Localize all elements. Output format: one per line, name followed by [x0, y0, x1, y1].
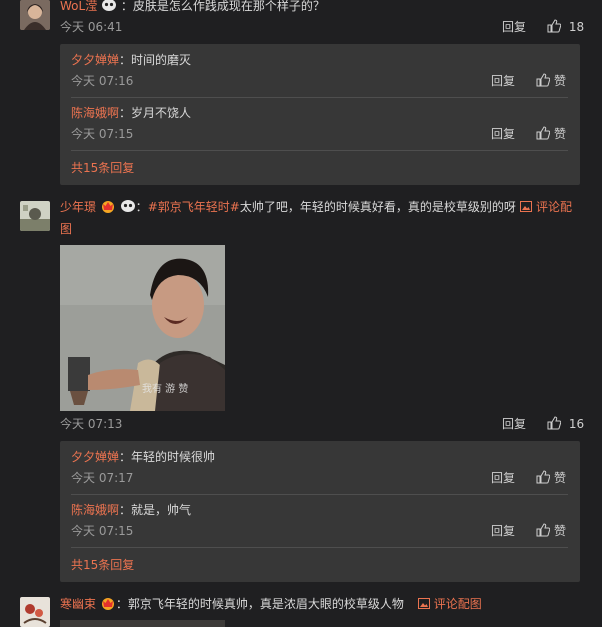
- like-button[interactable]: 赞: [536, 72, 566, 90]
- sub-reply: 夕夕婵婵：年轻的时候很帅: [71, 448, 215, 466]
- reply-button[interactable]: 回复: [491, 125, 515, 143]
- comment-line: WoL滢 ：皮肤是怎么作践成现在那个样子的？: [60, 0, 325, 15]
- like-label: 赞: [554, 127, 567, 141]
- picture-link-text-continued[interactable]: 图: [60, 220, 72, 238]
- avatar[interactable]: [20, 597, 50, 627]
- sub-reply-text: ：岁月不饶人: [119, 106, 192, 120]
- username-link[interactable]: 少年璟: [60, 200, 96, 214]
- more-replies-link[interactable]: 共15条回复: [71, 556, 134, 574]
- like-button[interactable]: 赞: [536, 125, 566, 143]
- sub-reply: 陈海娥啊：就是，帅气: [71, 501, 191, 519]
- thumbs-up-icon: [536, 73, 550, 88]
- divider: [71, 150, 568, 151]
- comment-picture-link[interactable]: 评论配图: [417, 597, 482, 611]
- ghost-badge-icon: [101, 0, 117, 13]
- username-link[interactable]: WoL滢: [60, 0, 97, 13]
- comment-time: 今天 07:13: [60, 417, 123, 431]
- sub-reply-text: ：时间的磨灭: [119, 53, 192, 67]
- like-button[interactable]: 赞: [536, 469, 566, 487]
- reply-button[interactable]: 回复: [491, 469, 515, 487]
- like-label: 赞: [554, 74, 567, 88]
- username-link[interactable]: 夕夕婵婵: [71, 53, 119, 67]
- comment-time: 今天 06:41: [60, 20, 123, 34]
- avatar[interactable]: [20, 0, 50, 30]
- comment-line: 少年璟 ：#郭京飞年轻时#太帅了吧，年轻的时候真好看，真的是校草级别的呀: [60, 200, 516, 214]
- comment-line: 寒幽束 ：郭京飞年轻的时候真帅，真是浓眉大眼的校草级人物 评论配图: [60, 595, 482, 613]
- picture-link-text[interactable]: 评论配: [536, 200, 572, 214]
- divider: [71, 547, 568, 548]
- like-button[interactable]: 赞: [536, 522, 566, 540]
- more-replies-link[interactable]: 共15条回复: [71, 159, 134, 177]
- like-button[interactable]: 18: [547, 18, 584, 36]
- username-link[interactable]: 夕夕婵婵: [71, 450, 119, 464]
- comment-image[interactable]: [60, 620, 225, 627]
- thumbs-up-icon: [547, 416, 561, 431]
- sub-reply: 夕夕婵婵：时间的磨灭: [71, 51, 191, 69]
- thumbs-up-icon: [536, 126, 550, 141]
- like-count: 18: [568, 20, 585, 34]
- ghost-badge-icon: [120, 200, 136, 214]
- sub-reply-time: 今天 07:17: [71, 471, 134, 485]
- avatar[interactable]: [20, 201, 50, 231]
- sub-reply-time: 今天 07:15: [71, 127, 134, 141]
- username-link[interactable]: 陈海娥啊: [71, 106, 119, 120]
- like-label: 赞: [554, 471, 567, 485]
- sub-reply-text: ：年轻的时候很帅: [119, 450, 216, 464]
- sub-reply: 陈海娥啊：岁月不饶人: [71, 104, 191, 122]
- divider: [71, 97, 568, 98]
- thumbs-up-icon: [547, 19, 561, 34]
- thumbs-up-icon: [536, 523, 550, 538]
- topic-link[interactable]: #郭京飞年轻时#: [148, 200, 240, 214]
- like-label: 赞: [554, 524, 567, 538]
- comment-image[interactable]: 我有 游 赞: [60, 245, 225, 411]
- vip-crown-icon: [100, 597, 116, 611]
- comment-text: 太帅了吧，年轻的时候真好看，真的是校草级别的呀: [239, 200, 516, 214]
- picture-link-text[interactable]: 评论配图: [434, 597, 482, 611]
- reply-button[interactable]: 回复: [502, 415, 526, 433]
- image-watermark: 我有 游 赞: [142, 384, 189, 395]
- username-link[interactable]: 陈海娥啊: [71, 503, 119, 517]
- divider: [71, 494, 568, 495]
- sub-reply-time: 今天 07:15: [71, 524, 134, 538]
- reply-button[interactable]: 回复: [491, 72, 515, 90]
- reply-button[interactable]: 回复: [502, 18, 526, 36]
- username-link[interactable]: 寒幽束: [60, 597, 96, 611]
- like-button[interactable]: 16: [547, 415, 584, 433]
- like-count: 16: [568, 417, 585, 431]
- comment-picture-link[interactable]: 评论配: [520, 198, 572, 216]
- sub-reply-time: 今天 07:16: [71, 74, 134, 88]
- comment-text: ：郭京飞年轻的时候真帅，真是浓眉大眼的校草级人物: [115, 597, 404, 611]
- comment-text: ：皮肤是怎么作践成现在那个样子的？: [120, 0, 325, 13]
- reply-button[interactable]: 回复: [491, 522, 515, 540]
- picture-icon: [520, 200, 536, 214]
- thumbs-up-icon: [536, 470, 550, 485]
- vip-crown-icon: [100, 200, 116, 214]
- sub-reply-text: ：就是，帅气: [119, 503, 192, 517]
- picture-icon: [417, 597, 434, 611]
